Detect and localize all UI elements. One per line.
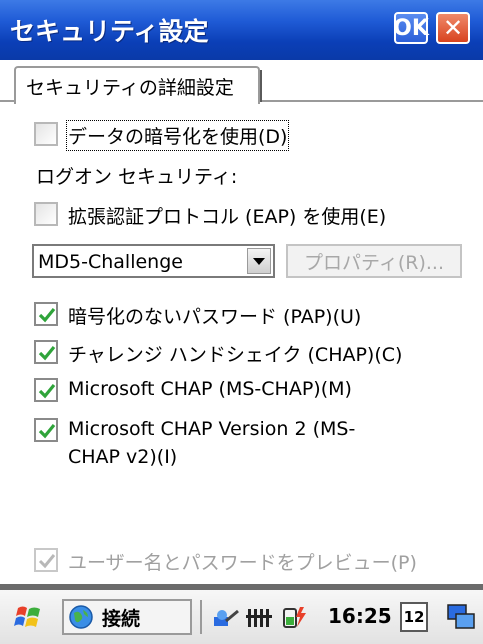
ms-chap-v2-checkbox[interactable] bbox=[34, 418, 58, 442]
ok-button[interactable]: OK bbox=[393, 12, 429, 44]
connect-taskbar-button[interactable]: 接続 bbox=[62, 599, 192, 635]
desktop-icon[interactable] bbox=[446, 602, 476, 632]
close-button[interactable]: ✕ bbox=[436, 12, 470, 44]
use-eap-checkbox[interactable] bbox=[34, 202, 58, 226]
preview-label: ユーザー名とパスワードをプレビュー(P) bbox=[68, 552, 417, 574]
checkmark-icon bbox=[38, 554, 56, 569]
title-bar: セキュリティ設定 OK ✕ bbox=[0, 0, 483, 61]
ms-chap-v2-label-line1[interactable]: Microsoft CHAP Version 2 (MS- bbox=[68, 418, 355, 440]
eap-type-select[interactable]: MD5-Challenge bbox=[32, 244, 275, 278]
tab-label: セキュリティの詳細設定 bbox=[26, 76, 234, 99]
taskbar: 接続 16:25 12 bbox=[0, 590, 483, 644]
pap-checkbox[interactable] bbox=[34, 302, 58, 326]
signal-icon[interactable] bbox=[246, 603, 274, 631]
checkmark-icon bbox=[38, 383, 56, 399]
checkmark-icon bbox=[38, 423, 56, 439]
ms-chap-v2-label-line2[interactable]: CHAP v2)(I) bbox=[68, 446, 177, 468]
globe-icon bbox=[69, 605, 93, 629]
calendar-icon[interactable]: 12 bbox=[400, 602, 428, 632]
window-title: セキュリティ設定 bbox=[10, 17, 209, 46]
checkmark-icon bbox=[38, 345, 56, 361]
ms-chap-label[interactable]: Microsoft CHAP (MS-CHAP)(M) bbox=[68, 378, 352, 400]
logon-security-label: ログオン セキュリティ: bbox=[36, 166, 238, 188]
checkmark-icon bbox=[38, 307, 56, 323]
preview-checkbox bbox=[34, 548, 58, 572]
use-eap-label[interactable]: 拡張認証プロトコル (EAP) を使用(E) bbox=[68, 202, 386, 229]
tab-shadow bbox=[260, 70, 262, 102]
battery-icon[interactable] bbox=[280, 603, 308, 631]
chap-label[interactable]: チャレンジ ハンドシェイク (CHAP)(C) bbox=[68, 340, 402, 367]
dialog-content: セキュリティの詳細設定 データの暗号化を使用(D) ログオン セキュリティ: 拡… bbox=[0, 60, 483, 584]
eap-type-value: MD5-Challenge bbox=[38, 251, 183, 273]
encrypt-data-label[interactable]: データの暗号化を使用(D) bbox=[65, 120, 290, 151]
chevron-down-icon[interactable] bbox=[247, 248, 271, 274]
network-icon[interactable] bbox=[212, 603, 240, 631]
ms-chap-checkbox[interactable] bbox=[34, 378, 58, 402]
tray-separator bbox=[200, 600, 202, 634]
connect-label: 接続 bbox=[102, 607, 141, 630]
pap-label[interactable]: 暗号化のないパスワード (PAP)(U) bbox=[68, 302, 361, 329]
clock[interactable]: 16:25 bbox=[328, 604, 392, 628]
chap-checkbox[interactable] bbox=[34, 340, 58, 364]
encrypt-data-checkbox[interactable] bbox=[34, 122, 58, 146]
windows-start-icon[interactable] bbox=[14, 602, 44, 632]
properties-button[interactable]: プロパティ(R)... bbox=[286, 244, 462, 278]
tab-security-advanced[interactable]: セキュリティの詳細設定 bbox=[14, 66, 260, 104]
